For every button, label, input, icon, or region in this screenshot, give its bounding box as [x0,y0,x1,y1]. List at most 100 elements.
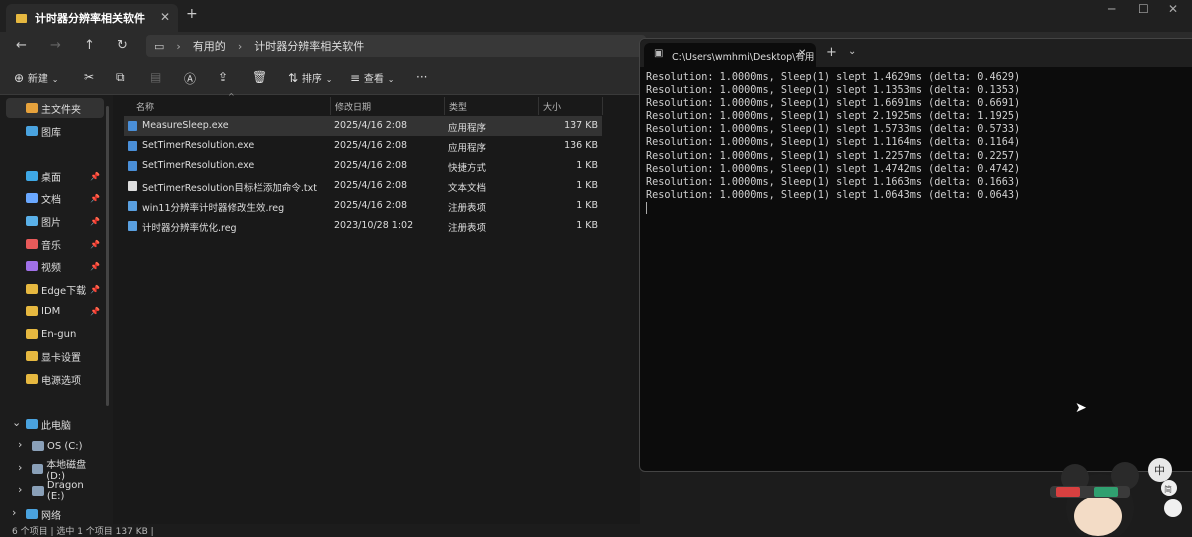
new-button[interactable]: ⊕ 新建 ⌄ [14,70,58,85]
sidebar-item[interactable]: IDM 📌 [26,301,104,321]
table-row[interactable]: win11分辨率计时器修改生效.reg 2025/4/16 2:08 注册表项 1 K… [124,196,602,216]
folder-icon [26,374,38,384]
close-icon[interactable]: ✕ [160,10,170,24]
sidebar-item-label: 图库 [41,127,61,139]
delete-icon[interactable]: 🗑 [252,70,267,84]
chevron-right-icon: › [176,39,181,53]
table-row[interactable]: SetTimerResolution.exe 2025/4/16 2:08 快捷方式… [124,156,602,176]
sidebar-item[interactable]: 本地磁盘 (D:) [32,459,104,482]
sidebar-item[interactable]: 主文件夹 [26,98,104,118]
sidebar-item[interactable]: OS (C:) [32,436,104,456]
avatar-face [1074,496,1122,536]
sidebar-scrollbar[interactable] [106,106,109,406]
sidebar-item[interactable]: 图库 [26,121,104,141]
close-icon[interactable]: ✕ [798,48,806,59]
folder-icon [26,103,38,113]
terminal-line: Resolution: 1.0000ms, Sleep(1) slept 1.5… [646,124,1021,136]
terminal-line: Resolution: 1.0000ms, Sleep(1) slept 1.1… [646,137,1021,149]
sort-button[interactable]: ⇅ 排序 ⌄ [288,70,332,85]
up-icon[interactable]: ↑ [84,38,95,53]
sidebar-item[interactable]: 此电脑 [26,414,104,434]
new-tab-button[interactable]: + [186,6,198,22]
sidebar-item[interactable]: 显卡设置 [26,346,104,366]
sidebar-item[interactable]: 文档 📌 [26,188,104,208]
sidebar-item[interactable]: 桌面 📌 [26,166,104,186]
table-row[interactable]: SetTimerResolution目标栏添加命令.txt 2025/4/16 2… [124,176,602,196]
sidebar-item[interactable]: En-gun [26,324,104,344]
refresh-icon[interactable]: ↻ [117,38,128,53]
chevron-down-icon[interactable]: ⌄ [848,46,856,57]
copy-icon[interactable]: ⧉ [116,70,125,85]
file-icon [128,141,137,151]
expand-chevron-icon[interactable]: › [18,438,22,451]
tab-title: 计时器分辨率相关软件 [35,12,145,25]
folder-icon [26,351,38,361]
folder-icon [26,329,38,339]
cut-icon[interactable]: ✂ [84,70,94,84]
terminal-tab-bar: ▣ C:\Users\wmhmi\Desktop\有用 ✕ + ⌄ [640,39,1192,67]
minimize-icon[interactable]: ─ [1108,2,1115,16]
terminal-output[interactable]: Resolution: 1.0000ms, Sleep(1) slept 1.4… [646,71,1020,218]
rename-icon[interactable]: Ⓐ [184,70,196,87]
sidebar-item[interactable]: Dragon (E:) [32,480,104,502]
terminal-line: Resolution: 1.0000ms, Sleep(1) slept 1.4… [646,163,1021,175]
expand-chevron-icon[interactable]: ⌄ [12,416,21,429]
file-icon [128,161,137,171]
sidebar-item[interactable]: 视频 📌 [26,256,104,276]
file-size: 1 KB [576,200,598,211]
address-bar[interactable]: ▭ › 有用的 › 计时器分辨率相关软件 [146,35,646,57]
share-icon[interactable]: ⇪ [218,70,228,84]
more-icon[interactable]: ··· [416,70,427,84]
folder-icon [26,216,38,226]
window-close-icon[interactable]: ✕ [1168,2,1178,16]
file-type: 快捷方式 [448,163,487,174]
sidebar-item-label: En-gun [41,328,77,340]
sidebar-item[interactable]: 图片 📌 [26,211,104,231]
column-header-size[interactable]: 大小 [539,97,603,115]
view-button[interactable]: ≡ 查看 ⌄ [350,70,394,85]
sidebar-item[interactable]: 电源选项 [26,369,104,389]
folder-icon [26,126,38,136]
file-date: 2023/10/28 1:02 [334,220,414,231]
paste-icon[interactable]: ▤ [150,70,161,84]
column-header-date[interactable]: 修改日期 [331,97,445,115]
forward-icon[interactable]: → [50,38,61,53]
folder-icon [26,419,38,429]
terminal-tab[interactable]: ▣ C:\Users\wmhmi\Desktop\有用 ✕ [644,43,816,67]
sidebar-item-label: Dragon (E:) [46,480,84,502]
file-date: 2025/4/16 2:08 [334,180,408,191]
breadcrumb-item[interactable]: 计时器分辨率相关软件 [254,38,364,54]
maximize-icon[interactable]: ☐ [1138,2,1149,16]
sidebar-item[interactable]: 网络 [26,504,104,524]
sidebar-item[interactable]: Edge下载 📌 [26,279,104,299]
sidebar-item-label: 图片 [41,217,61,229]
terminal-window[interactable]: ▣ C:\Users\wmhmi\Desktop\有用 ✕ + ⌄ Resolu… [639,38,1192,472]
table-row[interactable]: MeasureSleep.exe 2025/4/16 2:08 应用程序 137 KB [124,116,602,136]
explorer-tab[interactable]: 计时器分辨率相关软件 ✕ [6,4,178,32]
folder-icon [26,193,38,203]
pin-icon: 📌 [90,261,100,271]
sidebar-item-label: 视频 [41,262,61,274]
file-name: SetTimerResolution目标栏添加命令.txt [142,183,317,194]
breadcrumb-item[interactable]: 有用的 [193,38,226,54]
expand-chevron-icon[interactable]: › [12,506,16,519]
folder-icon [32,441,44,451]
back-icon[interactable]: ← [16,38,27,53]
expand-chevron-icon[interactable]: › [18,483,22,496]
sidebar-item-label: 显卡设置 [41,352,81,364]
terminal-line: Resolution: 1.0000ms, Sleep(1) slept 1.6… [646,98,1021,110]
folder-icon [26,261,38,271]
sidebar-item[interactable]: 音乐 📌 [26,234,104,254]
sidebar-item-label: 网络 [41,510,61,522]
file-size: 1 KB [576,220,598,231]
column-header-type[interactable]: 类型 [445,97,539,115]
expand-chevron-icon[interactable]: › [18,461,22,474]
table-row[interactable]: SetTimerResolution.exe 2025/4/16 2:08 应用程序… [124,136,602,156]
column-header-name[interactable]: 名称 [124,97,331,115]
new-tab-button[interactable]: + [826,45,837,60]
table-row[interactable]: 计时器分辨率优化.reg 2023/10/28 1:02 注册表项 1 KB [124,216,602,236]
file-name: SetTimerResolution.exe [142,160,255,171]
pin-icon: 📌 [90,193,100,203]
explorer-tab-bar: 计时器分辨率相关软件 ✕ + ─ ☐ ✕ [0,0,1192,32]
search-icon[interactable] [1164,499,1182,517]
